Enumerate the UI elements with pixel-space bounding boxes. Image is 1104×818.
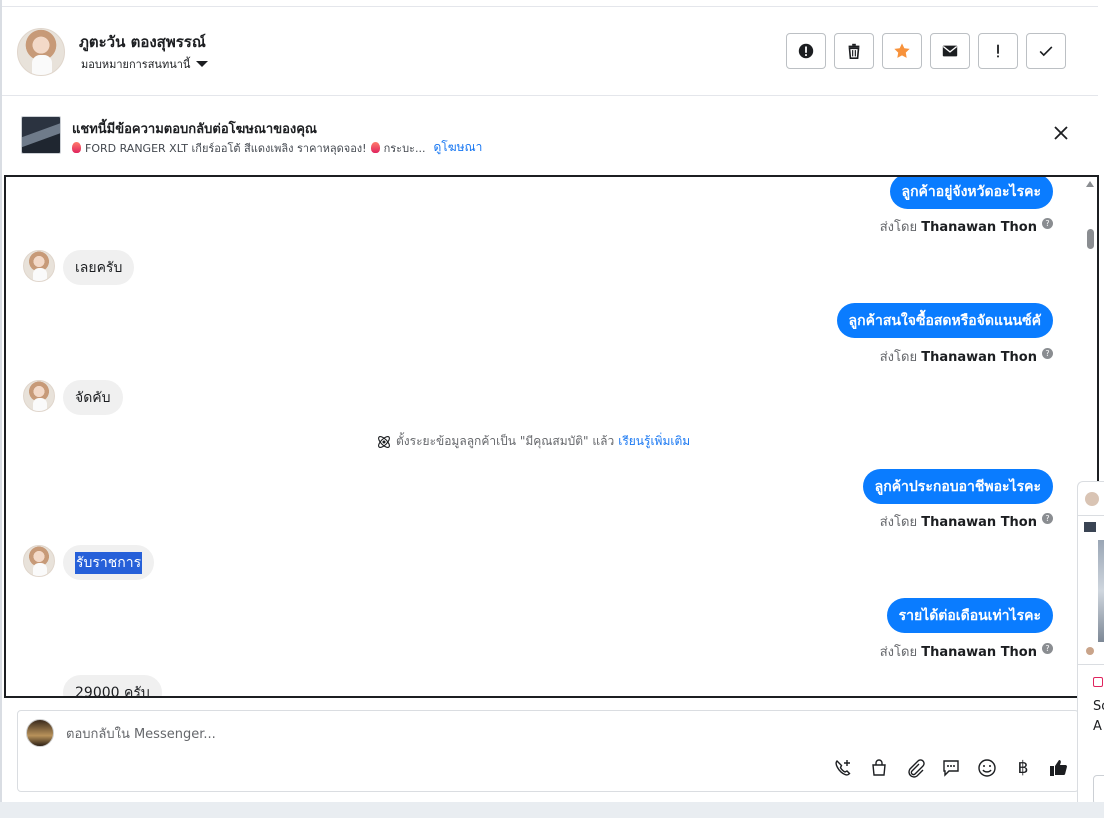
- emoji-button[interactable]: [976, 757, 998, 779]
- floating-chat-panel[interactable]: So A: [1077, 481, 1104, 818]
- star-icon: [894, 43, 910, 58]
- assign-label: มอบหมายการสนทนานี้: [81, 58, 191, 71]
- ad-thumbnail[interactable]: [21, 116, 61, 154]
- panel-card: So A: [1078, 664, 1104, 818]
- saved-replies-button[interactable]: [940, 757, 962, 779]
- panel-button[interactable]: [1093, 775, 1104, 805]
- contact-avatar-small[interactable]: [23, 250, 55, 282]
- incoming-message[interactable]: จัดคับ: [63, 380, 123, 415]
- trash-icon: [848, 43, 860, 60]
- panel-image[interactable]: [1098, 540, 1104, 642]
- scroll-up-arrow-icon[interactable]: [1086, 181, 1094, 187]
- star-button[interactable]: [882, 33, 922, 69]
- emoji-icon: [978, 759, 996, 777]
- fire-icon: [370, 142, 380, 153]
- panel-text-line: A: [1093, 719, 1102, 734]
- ad-snippet-text-a: FORD RANGER XLT เกียร์ออโต้ สีแดงเพลิง ร…: [85, 141, 367, 155]
- learn-more-link[interactable]: เรียนรู้เพิ่มเติม: [618, 432, 690, 451]
- shopping-bag-icon: [872, 759, 886, 776]
- ad-snippet: FORD RANGER XLT เกียร์ออโต้ สีแดงเพลิง ร…: [72, 138, 482, 157]
- sent-by-label: ส่งโดย Thanawan Thon: [880, 216, 1037, 237]
- sent-by-prefix: ส่งโดย: [879, 220, 918, 235]
- outgoing-message[interactable]: ลูกค้าสนใจซื้อสดหรือจัดแนนซ์คั: [836, 303, 1053, 338]
- contact-avatar-small[interactable]: [23, 545, 55, 577]
- paperclip-icon: [908, 759, 925, 778]
- panel-divider: [1078, 515, 1104, 516]
- info-icon[interactable]: ?: [1042, 218, 1053, 229]
- exclamation-circle-icon: [798, 43, 814, 59]
- thumbs-up-icon: [1050, 760, 1067, 776]
- composer-toolbar: ฿: [832, 757, 1070, 779]
- message-thread[interactable]: ลูกค้าอยู่จังหวัดอะไรคะ ส่งโดย Thanawan …: [4, 175, 1099, 698]
- sent-by-label: ส่งโดย Thanawan Thon: [880, 511, 1037, 532]
- panel-avatar: [1085, 492, 1099, 506]
- outgoing-message[interactable]: รายได้ต่อเดือนเท่าไรคะ: [886, 598, 1053, 633]
- header-actions: [786, 33, 1066, 69]
- sender-name: Thanawan Thon: [921, 220, 1037, 235]
- baht-icon: ฿: [1017, 758, 1029, 778]
- reply-input[interactable]: [66, 725, 966, 743]
- conversation-header: ภูตะวัน ตองสุพรรณ์ มอบหมายการสนทนานี้: [2, 6, 1098, 96]
- saved-reply-icon: [943, 760, 959, 777]
- contact-avatar[interactable]: [17, 28, 65, 76]
- phone-plus-icon: [835, 760, 851, 776]
- outgoing-message[interactable]: ลูกค้าอยู่จังหวัดอะไรคะ: [889, 177, 1053, 209]
- incoming-message[interactable]: 29000 ครับ: [63, 675, 162, 696]
- sent-by-label: ส่งโดย Thanawan Thon: [880, 346, 1037, 367]
- sent-by-prefix: ส่งโดย: [879, 350, 918, 365]
- sent-by-prefix: ส่งโดย: [879, 645, 918, 660]
- delete-button[interactable]: [834, 33, 874, 69]
- close-icon[interactable]: [1052, 124, 1070, 142]
- like-button[interactable]: [1048, 757, 1070, 779]
- outgoing-message[interactable]: ลูกค้าประกอบอาชีพอะไรคะ: [862, 469, 1053, 504]
- mark-spam-button[interactable]: [786, 33, 826, 69]
- lead-stage-notice: ตั้งระยะข้อมูลลูกค้าเป็น "มีคุณสมบัติ" แ…: [376, 432, 690, 451]
- atom-icon: [378, 435, 390, 448]
- payment-button[interactable]: ฿: [1012, 757, 1034, 779]
- sent-by-label: ส่งโดย Thanawan Thon: [880, 641, 1037, 662]
- inbox-conversation-view: ภูตะวัน ตองสุพรรณ์ มอบหมายการสนทนานี้ แช…: [0, 0, 1104, 818]
- incoming-message[interactable]: รับราชการ: [63, 545, 155, 580]
- follow-up-button[interactable]: [978, 33, 1018, 69]
- sender-name: Thanawan Thon: [921, 350, 1037, 365]
- panel-thumbnail: [1084, 522, 1096, 532]
- caret-down-icon: [196, 61, 209, 67]
- panel-text: So A: [1093, 697, 1104, 737]
- page-bottom-strip: [0, 802, 1104, 818]
- attach-button[interactable]: [904, 757, 926, 779]
- panel-mini-avatar: [1086, 647, 1094, 655]
- info-icon[interactable]: ?: [1042, 348, 1053, 359]
- info-icon[interactable]: ?: [1042, 513, 1053, 524]
- envelope-icon: [942, 45, 958, 57]
- incoming-message[interactable]: เลยครับ: [63, 250, 135, 285]
- lead-stage-text: ตั้งระยะข้อมูลลูกค้าเป็น "มีคุณสมบัติ" แ…: [396, 434, 615, 448]
- panel-badge-icon: [1093, 677, 1103, 687]
- view-ad-link[interactable]: ดูโฆษณา: [433, 138, 482, 157]
- sender-name: Thanawan Thon: [921, 515, 1037, 530]
- selected-text[interactable]: รับราชการ: [75, 551, 143, 574]
- call-button[interactable]: [832, 757, 854, 779]
- ad-reply-banner: แชทนี้มีข้อความตอบกลับต่อโฆษณาของคุณ FOR…: [2, 97, 1098, 171]
- message-composer: ฿: [17, 710, 1079, 792]
- mark-unread-button[interactable]: [930, 33, 970, 69]
- fire-icon: [72, 142, 81, 153]
- page-avatar: [26, 719, 54, 747]
- info-icon[interactable]: ?: [1042, 643, 1053, 654]
- checkmark-icon: [1039, 46, 1053, 57]
- ad-snippet-text-b: กระบะ...: [383, 141, 426, 155]
- mark-done-button[interactable]: [1026, 33, 1066, 69]
- contact-avatar-small[interactable]: [23, 380, 55, 412]
- sent-by-prefix: ส่งโดย: [879, 515, 918, 530]
- panel-text-line: So: [1093, 699, 1104, 714]
- ad-banner-title: แชทนี้มีข้อความตอบกลับต่อโฆษณาของคุณ: [72, 122, 317, 137]
- shop-button[interactable]: [868, 757, 890, 779]
- exclamation-icon: [997, 44, 999, 58]
- scrollbar-thumb[interactable]: [1087, 229, 1094, 249]
- contact-name[interactable]: ภูตะวัน ตองสุพรรณ์: [79, 30, 206, 54]
- assign-conversation-dropdown[interactable]: มอบหมายการสนทนานี้: [81, 55, 209, 73]
- sender-name: Thanawan Thon: [921, 645, 1037, 660]
